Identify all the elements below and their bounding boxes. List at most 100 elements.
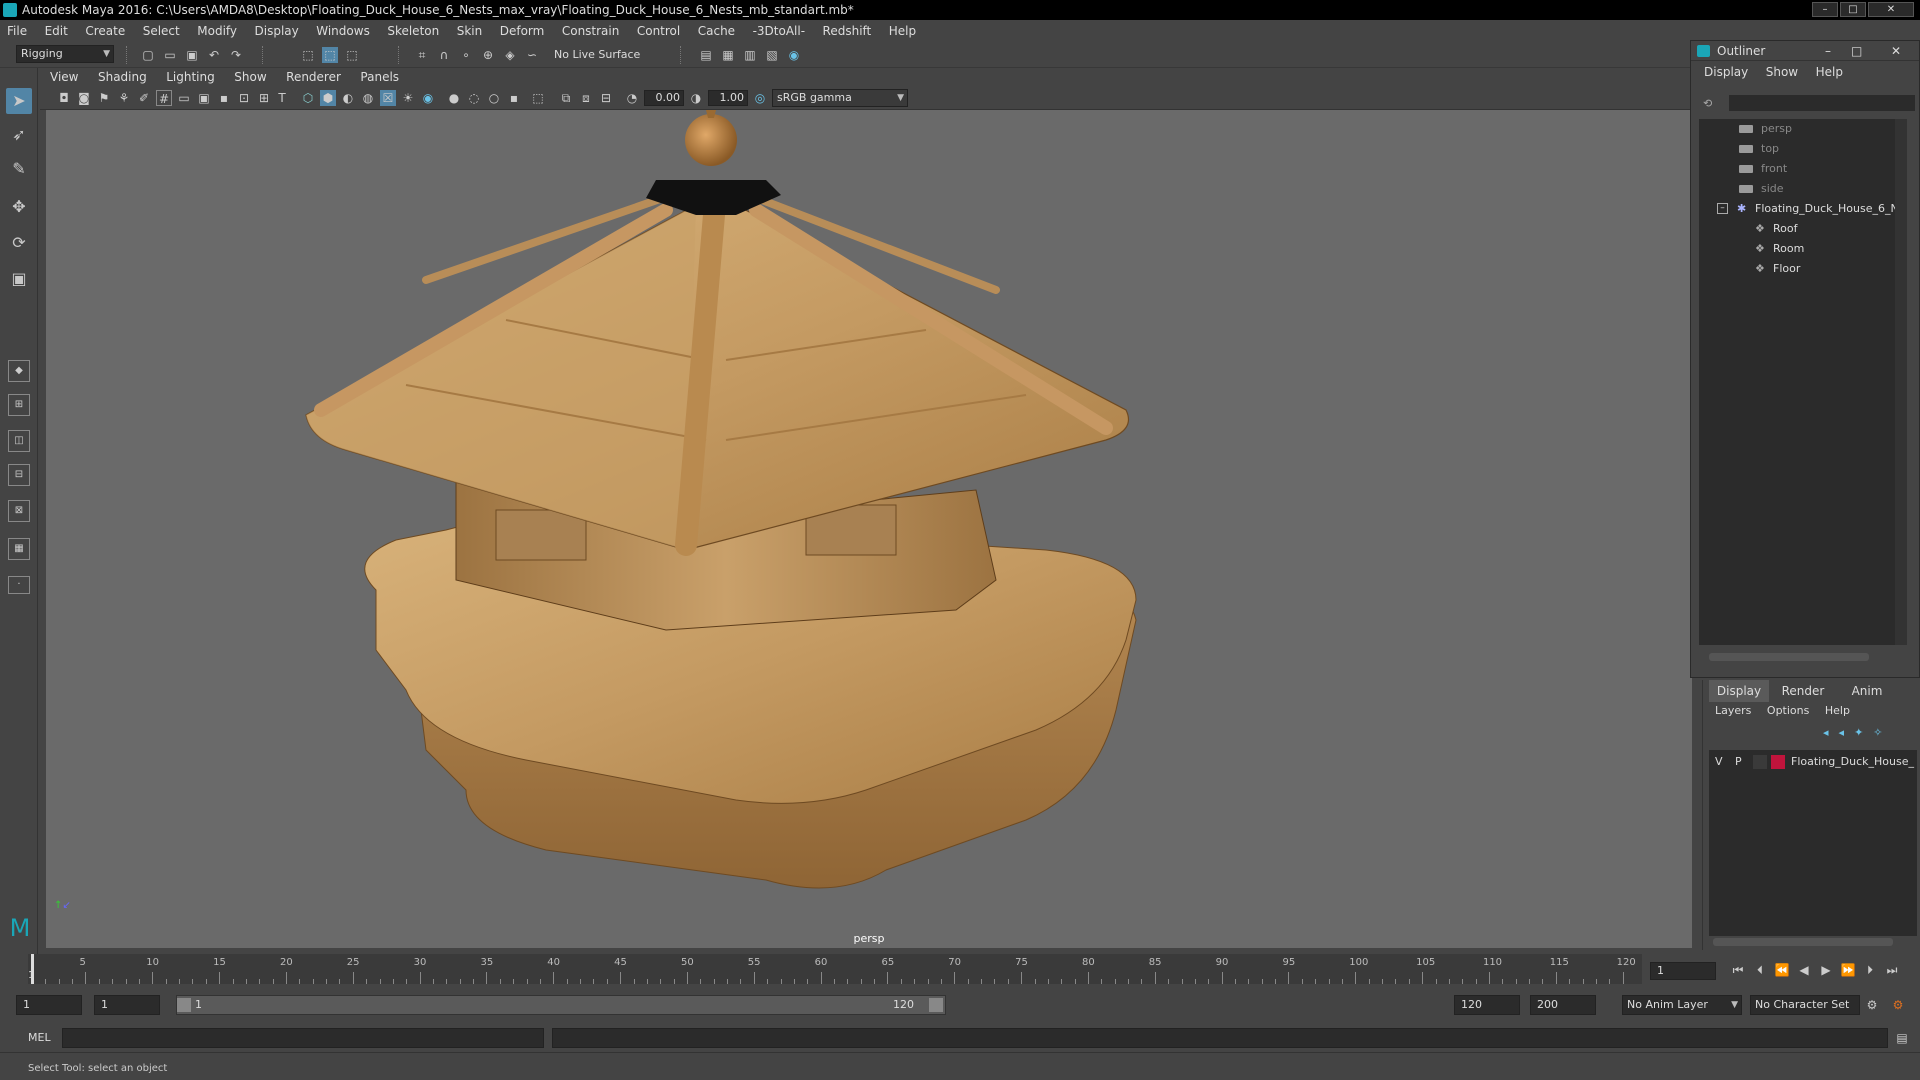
- exposure-field[interactable]: 0.00: [644, 90, 684, 106]
- lasso-tool-icon[interactable]: ➶: [6, 122, 32, 148]
- exposure-icon[interactable]: ◔: [624, 90, 640, 106]
- maximize-button[interactable]: □: [1840, 2, 1866, 17]
- menu-select[interactable]: Select: [136, 20, 187, 42]
- hypershade-persp-layout-icon[interactable]: ⊠: [8, 500, 30, 522]
- select-tool-icon[interactable]: ➤: [6, 88, 32, 114]
- menu-3dtoall[interactable]: -3DtoAll-: [746, 20, 812, 42]
- snap-projected-center-icon[interactable]: ⊕: [480, 47, 496, 63]
- snap-grid-icon[interactable]: ⌗: [414, 47, 430, 63]
- menu-windows[interactable]: Windows: [309, 20, 377, 42]
- render-view-icon[interactable]: ▤: [698, 47, 714, 63]
- menu-edit[interactable]: Edit: [38, 20, 75, 42]
- panel-menu-renderer[interactable]: Renderer: [280, 68, 347, 86]
- new-layer-selected-icon[interactable]: ✧: [1873, 726, 1892, 739]
- outliner-item-room[interactable]: ❖ Room: [1755, 239, 1905, 259]
- layer-horizontal-scrollbar[interactable]: [1713, 938, 1893, 946]
- collapse-icon[interactable]: –: [1717, 203, 1728, 214]
- resolution-gate-icon[interactable]: ▣: [196, 90, 212, 106]
- move-tool-icon[interactable]: ✥: [6, 194, 32, 220]
- step-back-frame-icon[interactable]: ⏴: [1752, 962, 1768, 978]
- outliner-item-front[interactable]: front: [1739, 159, 1899, 179]
- outliner-menu-show[interactable]: Show: [1759, 61, 1805, 83]
- undo-icon[interactable]: ↶: [206, 47, 222, 63]
- render-settings-icon[interactable]: ▧: [764, 47, 780, 63]
- open-scene-icon[interactable]: ▭: [162, 47, 178, 63]
- safe-title-icon[interactable]: T: [274, 90, 290, 106]
- outliner-item-floor[interactable]: ❖ Floor: [1755, 259, 1905, 279]
- playback-start-field[interactable]: 1: [94, 995, 160, 1015]
- outliner-horizontal-scrollbar[interactable]: [1709, 653, 1869, 661]
- menu-constrain[interactable]: Constrain: [555, 20, 627, 42]
- layer-type-toggle[interactable]: [1753, 755, 1767, 769]
- depth-of-field-icon[interactable]: ▪: [506, 90, 522, 106]
- ipr-render-icon[interactable]: ▥: [742, 47, 758, 63]
- outliner-item-persp[interactable]: persp: [1739, 119, 1899, 139]
- menu-deform[interactable]: Deform: [493, 20, 552, 42]
- wireframe-icon[interactable]: ⬡: [300, 90, 316, 106]
- range-start-handle[interactable]: [177, 998, 191, 1012]
- image-plane-icon[interactable]: ⚘: [116, 90, 132, 106]
- outliner-maximize-button[interactable]: □: [1851, 41, 1862, 61]
- new-layer-icon[interactable]: ✦: [1854, 726, 1873, 739]
- range-slider[interactable]: 1 120: [176, 995, 946, 1015]
- character-set-dropdown[interactable]: No Character Set: [1750, 995, 1860, 1015]
- step-forward-frame-icon[interactable]: ⏵: [1862, 962, 1878, 978]
- hypershade-icon[interactable]: ◉: [786, 47, 802, 63]
- outliner-item-side[interactable]: side: [1739, 179, 1899, 199]
- grease-pencil-icon[interactable]: ✐: [136, 90, 152, 106]
- redo-icon[interactable]: ↷: [228, 47, 244, 63]
- layer-visibility-toggle[interactable]: V: [1715, 752, 1723, 772]
- persp-uv-layout-icon[interactable]: ▦: [8, 538, 30, 560]
- xray-icon[interactable]: ◉: [420, 90, 436, 106]
- tab-display[interactable]: Display: [1709, 680, 1769, 702]
- menu-modify[interactable]: Modify: [190, 20, 244, 42]
- ambient-occlusion-icon[interactable]: ●: [446, 90, 462, 106]
- outliner-close-button[interactable]: ✕: [1891, 41, 1901, 61]
- animation-start-field[interactable]: 1: [16, 995, 82, 1015]
- animation-preferences-icon[interactable]: ⚙: [1890, 997, 1906, 1013]
- outliner-menu-help[interactable]: Help: [1809, 61, 1850, 83]
- hud-icon[interactable]: ⊟: [598, 90, 614, 106]
- render-current-icon[interactable]: ▦: [720, 47, 736, 63]
- time-slider[interactable]: 5 10 15 20 25 30 35 40 45 50 55 60 65 70 75 80 85 90 95 100…: [22, 954, 1642, 984]
- menuset-dropdown[interactable]: Rigging ▼: [16, 45, 114, 63]
- outliner-vertical-scrollbar[interactable]: [1895, 119, 1907, 645]
- select-hierarchy-icon[interactable]: ⬚: [300, 47, 316, 63]
- outliner-search-input[interactable]: [1729, 95, 1915, 111]
- outliner-item-roof[interactable]: ❖ Roof: [1755, 219, 1905, 239]
- tab-render[interactable]: Render: [1773, 680, 1833, 702]
- save-scene-icon[interactable]: ▣: [184, 47, 200, 63]
- command-language-label[interactable]: MEL: [28, 1031, 51, 1044]
- current-frame-field[interactable]: 1: [1650, 962, 1716, 980]
- panel-menu-view[interactable]: View: [44, 68, 84, 86]
- layer-menu-options[interactable]: Options: [1761, 704, 1815, 717]
- perspective-viewport[interactable]: persp ↑↙: [46, 110, 1692, 948]
- new-scene-icon[interactable]: ▢: [140, 47, 156, 63]
- outliner-minimize-button[interactable]: –: [1825, 41, 1831, 61]
- menu-create[interactable]: Create: [78, 20, 132, 42]
- range-end-handle[interactable]: [929, 998, 943, 1012]
- command-input[interactable]: [62, 1028, 544, 1048]
- panel-menu-show[interactable]: Show: [228, 68, 272, 86]
- textured-icon[interactable]: ◍: [360, 90, 376, 106]
- layer-menu-layers[interactable]: Layers: [1709, 704, 1757, 717]
- gamma-icon[interactable]: ◑: [688, 90, 704, 106]
- film-gate-icon[interactable]: ▭: [176, 90, 192, 106]
- move-layer-up-icon[interactable]: ◂: [1823, 726, 1839, 739]
- select-camera-icon[interactable]: ◘: [56, 90, 72, 106]
- bookmark-icon[interactable]: ⚑: [96, 90, 112, 106]
- frame-selected-icon[interactable]: ⧈: [578, 90, 594, 106]
- motion-blur-icon[interactable]: ◌: [466, 90, 482, 106]
- snap-view-plane-icon[interactable]: ◈: [502, 47, 518, 63]
- go-to-start-icon[interactable]: ⏮: [1730, 962, 1746, 978]
- menu-skeleton[interactable]: Skeleton: [380, 20, 446, 42]
- panel-menu-shading[interactable]: Shading: [92, 68, 153, 86]
- use-all-lights-icon[interactable]: ☒: [380, 90, 396, 106]
- script-editor-icon[interactable]: ▤: [1894, 1030, 1910, 1046]
- play-backwards-icon[interactable]: ◀: [1796, 962, 1812, 978]
- anti-aliasing-icon[interactable]: ○: [486, 90, 502, 106]
- layout-more-icon[interactable]: ·: [8, 576, 30, 594]
- rotate-tool-icon[interactable]: ⟳: [6, 230, 32, 256]
- menu-skin[interactable]: Skin: [450, 20, 490, 42]
- select-component-icon[interactable]: ⬚: [344, 47, 360, 63]
